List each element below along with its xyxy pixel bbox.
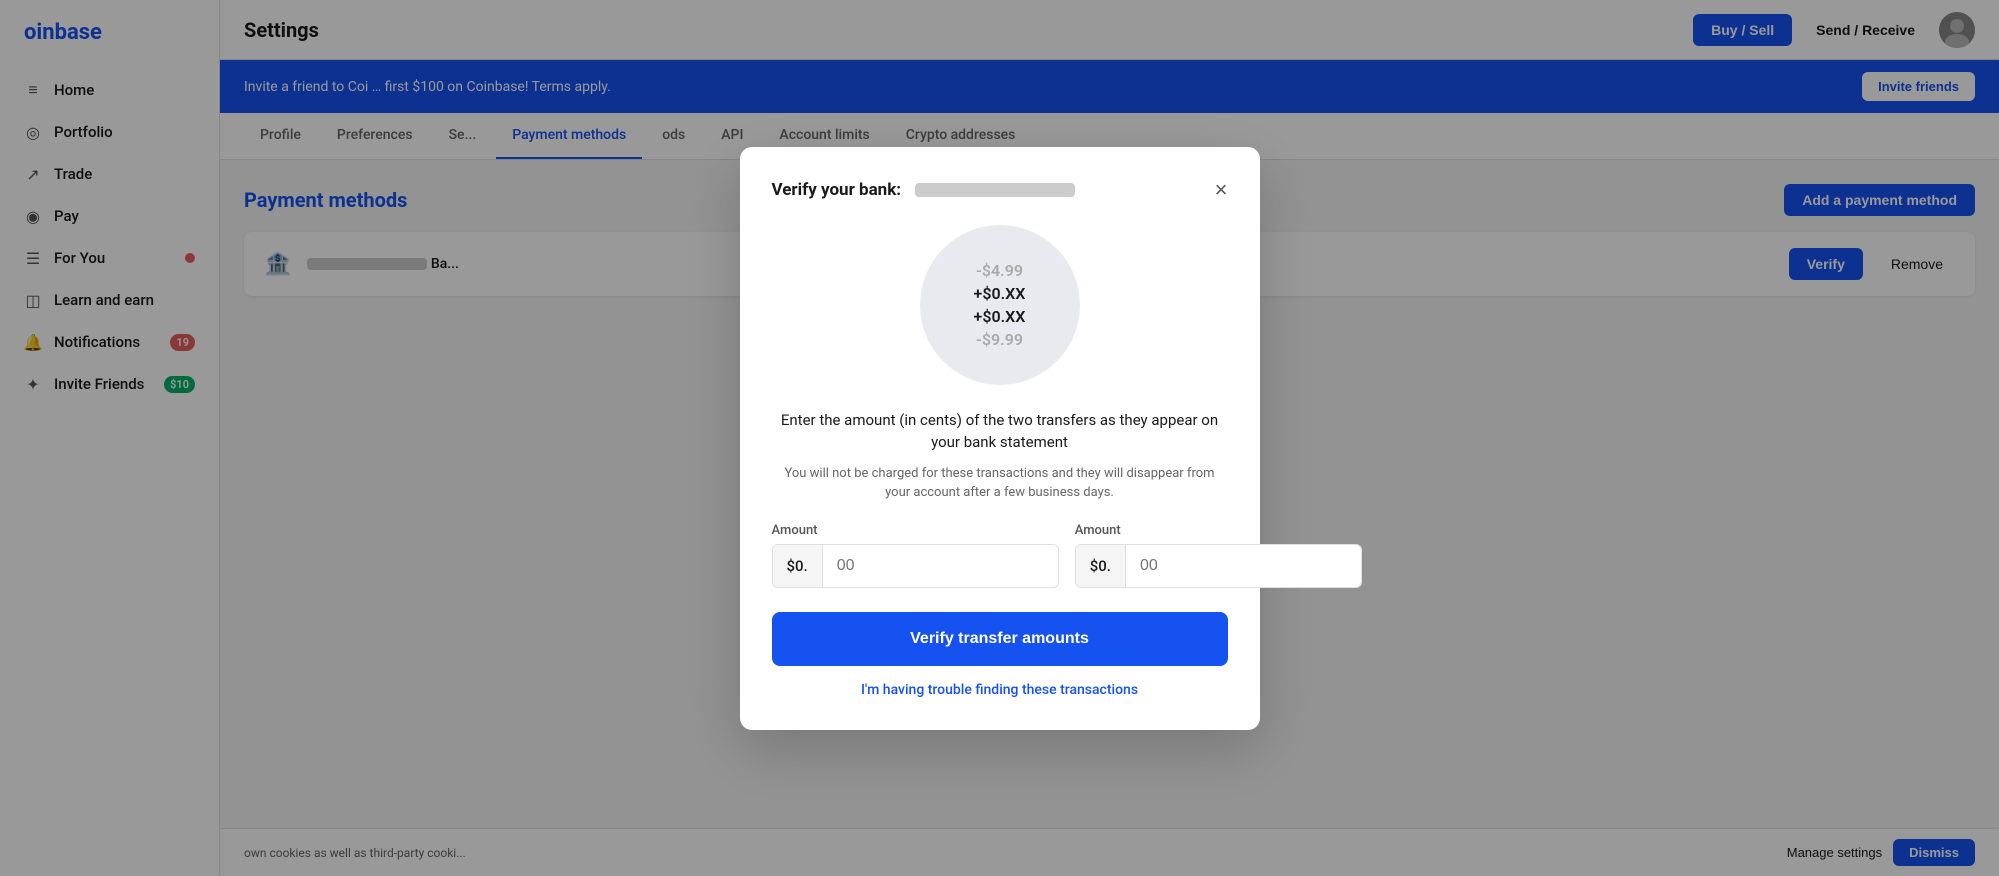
transfer-amounts-graphic: -$4.99 +$0.XX +$0.XX -$9.99 [920,225,1080,385]
amount-positive-1: +$0.XX [974,284,1026,303]
description-sub: You will not be charged for these transa… [772,464,1228,503]
amount-prefix-2: $0. [1076,545,1126,587]
amounts-row: Amount $0. Amount $0. [772,523,1228,588]
amount-group-1: Amount $0. [772,523,1059,588]
modal-description: Enter the amount (in cents) of the two t… [772,409,1228,503]
amount-positive-2: +$0.XX [974,307,1026,326]
amount-group-2: Amount $0. [1075,523,1362,588]
modal-overlay[interactable]: Verify your bank: × -$4.99 +$0.XX +$0.XX… [0,0,1999,876]
amount-label-1: Amount [772,523,1059,538]
bank-title-blurred [915,183,1075,197]
modal-title: Verify your bank: [772,180,1076,200]
trouble-link[interactable]: I'm having trouble finding these transac… [772,682,1228,698]
amount-negative-2: -$9.99 [976,330,1023,349]
modal-close-button[interactable]: × [1215,179,1228,201]
amount-label-2: Amount [1075,523,1362,538]
description-main: Enter the amount (in cents) of the two t… [772,409,1228,454]
amount-negative-1: -$4.99 [976,261,1023,280]
amount-input-wrap-2: $0. [1075,544,1362,588]
amount-input-2[interactable] [1126,545,1361,587]
verify-transfer-button[interactable]: Verify transfer amounts [772,612,1228,666]
verify-bank-modal: Verify your bank: × -$4.99 +$0.XX +$0.XX… [740,147,1260,730]
modal-header: Verify your bank: × [772,179,1228,201]
amount-input-1[interactable] [823,545,1058,587]
amount-input-wrap-1: $0. [772,544,1059,588]
amount-prefix-1: $0. [773,545,823,587]
